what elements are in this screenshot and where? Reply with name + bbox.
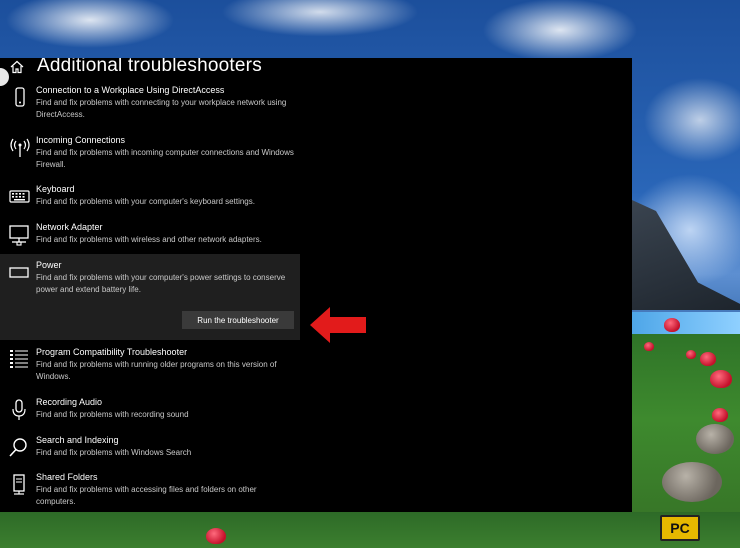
troubleshooter-description: Find and fix problems with accessing fil… bbox=[36, 485, 257, 506]
wallpaper-flower bbox=[700, 352, 716, 366]
troubleshooter-name: Keyboard bbox=[36, 184, 75, 194]
server-icon bbox=[13, 474, 25, 495]
troubleshooter-description: Find and fix problems with connecting to… bbox=[36, 98, 287, 119]
troubleshooter-description: Find and fix problems with your computer… bbox=[36, 197, 255, 206]
wallpaper-flower bbox=[686, 350, 696, 359]
troubleshooter-shared-folders[interactable]: Shared Folders Find and fix problems wit… bbox=[0, 472, 300, 512]
wallpaper-flower bbox=[206, 528, 226, 544]
troubleshooter-name: Network Adapter bbox=[36, 222, 103, 232]
battery-icon bbox=[9, 267, 29, 278]
troubleshooter-name: Recording Audio bbox=[36, 397, 103, 407]
run-troubleshooter-button[interactable]: Run the troubleshooter bbox=[182, 311, 294, 329]
troubleshooter-description: Find and fix problems with Windows Searc… bbox=[36, 448, 192, 457]
troubleshooter-description: Find and fix problems with incoming comp… bbox=[36, 148, 294, 169]
microphone-icon bbox=[12, 399, 26, 420]
troubleshooter-network-adapter[interactable]: Network Adapter Find and fix problems wi… bbox=[0, 222, 300, 252]
troubleshooter-description: Find and fix problems with your computer… bbox=[36, 273, 286, 294]
wallpaper-flower bbox=[710, 370, 732, 388]
monitor-network-icon bbox=[9, 225, 29, 246]
keyboard-icon bbox=[9, 190, 30, 203]
troubleshooter-keyboard[interactable]: Keyboard Find and fix problems with your… bbox=[0, 184, 300, 214]
list-icon bbox=[10, 350, 28, 368]
pc-logo: PC bbox=[656, 512, 740, 542]
red-arrow-annotation bbox=[310, 307, 366, 343]
troubleshooter-name: Shared Folders bbox=[36, 472, 98, 482]
troubleshooter-description: Find and fix problems with recording sou… bbox=[36, 410, 189, 419]
wallpaper-rock bbox=[662, 462, 722, 502]
troubleshooter-recording-audio[interactable]: Recording Audio Find and fix problems wi… bbox=[0, 397, 300, 427]
troubleshooter-name: Program Compatibility Troubleshooter bbox=[36, 347, 188, 357]
phone-icon bbox=[15, 87, 25, 107]
troubleshooter-description: Find and fix problems with wireless and … bbox=[36, 235, 262, 244]
wallpaper-rock bbox=[696, 424, 734, 454]
home-icon[interactable] bbox=[10, 60, 24, 74]
troubleshooter-search-indexing[interactable]: Search and Indexing Find and fix problem… bbox=[0, 435, 300, 465]
troubleshooter-power[interactable]: Power Find and fix problems with your co… bbox=[0, 254, 300, 340]
wallpaper-lake bbox=[632, 312, 740, 334]
troubleshooter-name: Connection to a Workplace Using DirectAc… bbox=[36, 85, 225, 95]
back-button[interactable] bbox=[0, 68, 9, 86]
troubleshooter-directaccess[interactable]: Connection to a Workplace Using DirectAc… bbox=[0, 85, 300, 125]
wallpaper-grass bbox=[0, 512, 740, 548]
settings-panel: Additional troubleshooters Connection to… bbox=[0, 58, 632, 512]
troubleshooter-name: Power bbox=[36, 260, 62, 270]
page-title: Additional troubleshooters bbox=[37, 58, 262, 76]
antenna-icon bbox=[10, 138, 30, 157]
troubleshooter-description: Find and fix problems with running older… bbox=[36, 360, 277, 381]
troubleshooter-name: Search and Indexing bbox=[36, 435, 119, 445]
wallpaper-flower bbox=[644, 342, 654, 351]
troubleshooter-name: Incoming Connections bbox=[36, 135, 126, 145]
wallpaper-flower bbox=[712, 408, 728, 422]
pc-logo-box: PC bbox=[660, 515, 700, 541]
wallpaper-flower bbox=[664, 318, 680, 332]
search-icon bbox=[9, 438, 27, 457]
troubleshooter-incoming-connections[interactable]: Incoming Connections Find and fix proble… bbox=[0, 135, 300, 175]
troubleshooter-program-compatibility[interactable]: Program Compatibility Troubleshooter Fin… bbox=[0, 347, 300, 387]
